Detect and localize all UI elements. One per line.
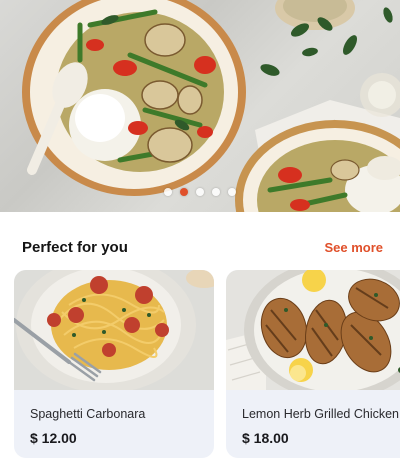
- section-header: Perfect for you See more: [22, 236, 383, 258]
- dish-card[interactable]: Spaghetti Carbonara $ 12.00: [14, 270, 214, 458]
- dish-info: Lemon Herb Grilled Chicken $ 18.00: [226, 390, 400, 458]
- carousel-dot-3[interactable]: [196, 188, 204, 196]
- dish-photo: [226, 270, 400, 390]
- dish-photo: [14, 270, 214, 390]
- dish-card[interactable]: Lemon Herb Grilled Chicken $ 18.00: [226, 270, 400, 458]
- dish-price: $ 12.00: [30, 430, 77, 446]
- carousel-dot-5[interactable]: [228, 188, 236, 196]
- dish-name: Lemon Herb Grilled Chicken: [242, 407, 400, 421]
- carousel-indicators: [0, 188, 400, 198]
- section-title: Perfect for you: [22, 238, 128, 256]
- carousel-dot-4[interactable]: [212, 188, 220, 196]
- dish-info: Spaghetti Carbonara $ 12.00: [14, 390, 214, 458]
- hero-carousel[interactable]: [0, 0, 400, 212]
- dish-name: Spaghetti Carbonara: [30, 407, 146, 421]
- dish-carousel[interactable]: Spaghetti Carbonara $ 12.00 Lemon Herb G…: [14, 270, 400, 460]
- see-more-link[interactable]: See more: [324, 240, 383, 255]
- hero-food-photo: [22, 0, 400, 212]
- carousel-dot-2[interactable]: [180, 188, 188, 196]
- dish-price: $ 18.00: [242, 430, 289, 446]
- carousel-dot-1[interactable]: [164, 188, 172, 196]
